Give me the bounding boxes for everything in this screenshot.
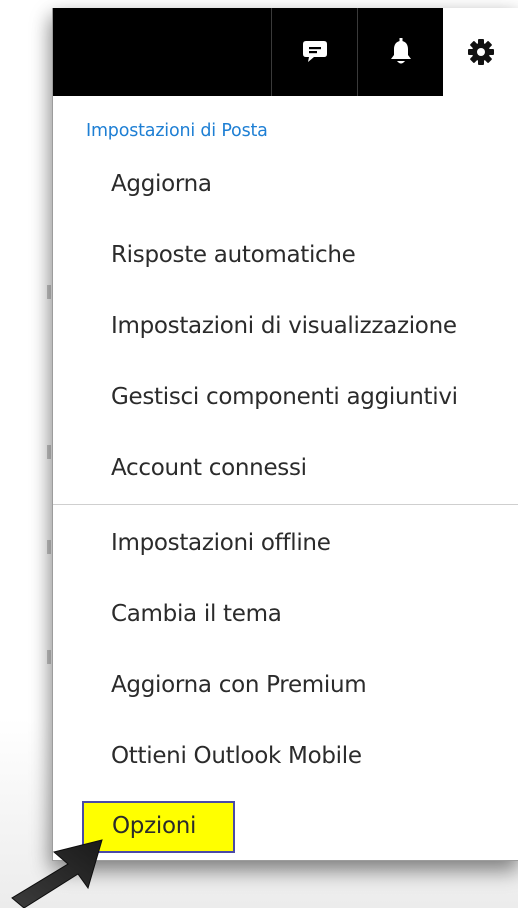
notifications-button[interactable] xyxy=(357,8,443,96)
chat-icon xyxy=(302,41,327,62)
pointer-arrow-icon xyxy=(11,839,103,908)
menu-item-automatic-replies[interactable]: Risposte automatiche xyxy=(111,242,356,268)
menu-item-offline-settings[interactable]: Impostazioni offline xyxy=(111,530,331,556)
menu-item-display-settings[interactable]: Impostazioni di visualizzazione xyxy=(111,313,457,339)
mail-settings-heading: Impostazioni di Posta xyxy=(86,121,268,141)
gear-icon xyxy=(468,39,494,65)
chat-button[interactable] xyxy=(271,8,357,96)
bell-icon xyxy=(390,38,411,64)
menu-item-manage-addins[interactable]: Gestisci componenti aggiuntivi xyxy=(111,384,458,410)
menu-divider xyxy=(53,504,518,505)
top-navigation-bar xyxy=(53,8,518,96)
menu-item-connected-accounts[interactable]: Account connessi xyxy=(111,455,307,481)
menu-item-options[interactable]: Opzioni xyxy=(112,813,196,839)
menu-item-change-theme[interactable]: Cambia il tema xyxy=(111,601,282,627)
settings-button[interactable] xyxy=(443,8,518,96)
settings-panel: Impostazioni di Posta Aggiorna Risposte … xyxy=(52,8,518,861)
menu-item-upgrade-premium[interactable]: Aggiorna con Premium xyxy=(111,672,367,698)
screenshot-stage: Impostazioni di Posta Aggiorna Risposte … xyxy=(0,0,518,908)
menu-item-update[interactable]: Aggiorna xyxy=(111,171,212,197)
menu-item-get-outlook-mobile[interactable]: Ottieni Outlook Mobile xyxy=(111,743,362,769)
